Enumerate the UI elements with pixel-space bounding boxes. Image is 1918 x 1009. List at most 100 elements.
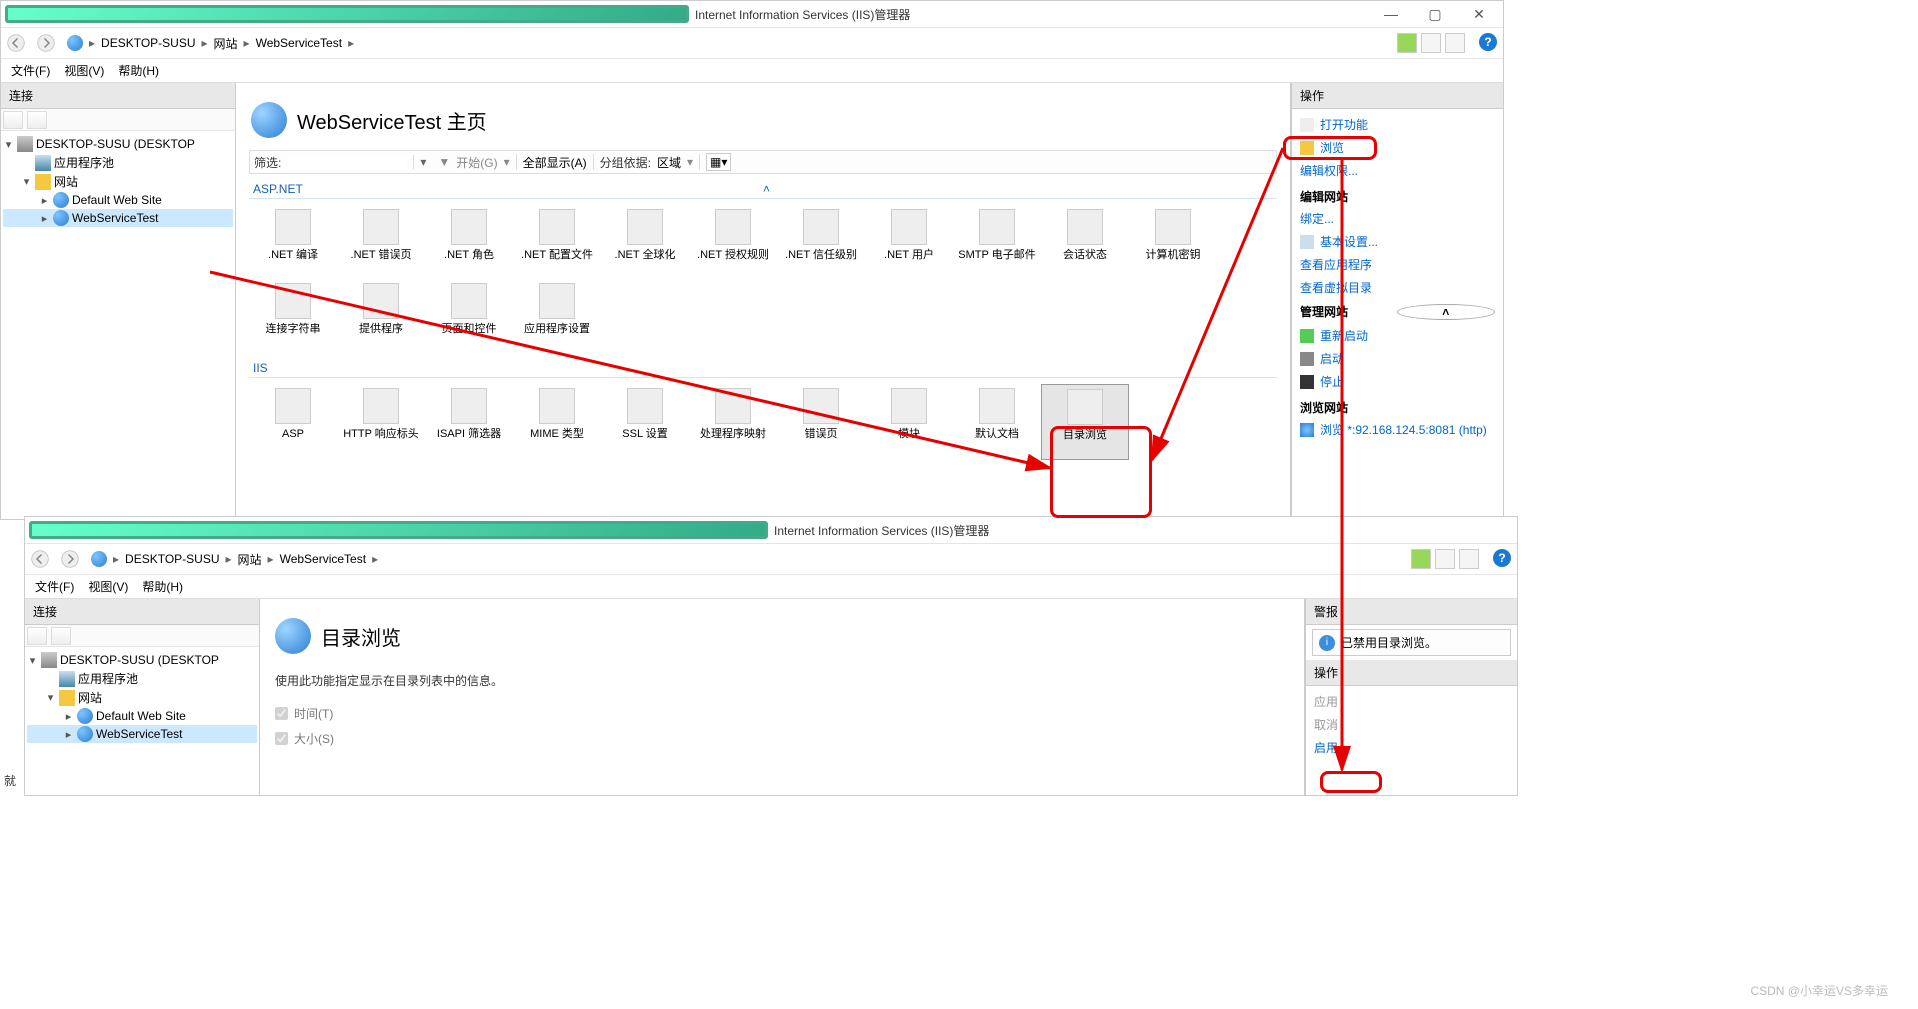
feature-item[interactable]: SSL 设置 bbox=[601, 384, 689, 460]
maximize-button[interactable]: ▢ bbox=[1423, 5, 1447, 23]
action-bindings[interactable]: 绑定... bbox=[1292, 207, 1503, 230]
feature-item[interactable]: .NET 全球化 bbox=[601, 205, 689, 279]
feature-item[interactable]: 提供程序 bbox=[337, 279, 425, 353]
globe-icon bbox=[91, 551, 107, 567]
forward-button[interactable] bbox=[55, 546, 85, 572]
feature-item[interactable]: .NET 授权规则 bbox=[689, 205, 777, 279]
expand-icon[interactable]: ▾ bbox=[3, 138, 14, 151]
feature-item[interactable]: .NET 配置文件 bbox=[513, 205, 601, 279]
truncated-text: 就 bbox=[0, 768, 20, 793]
feature-item[interactable]: ISAPI 筛选器 bbox=[425, 384, 513, 460]
menu-help[interactable]: 帮助(H) bbox=[118, 62, 159, 79]
tree-sites[interactable]: 网站 bbox=[54, 173, 78, 190]
breadcrumb[interactable]: ▸ DESKTOP-SUSU ▸ 网站 ▸ WebServiceTest ▸ bbox=[61, 35, 1397, 52]
feature-icon bbox=[539, 388, 575, 424]
group-iis[interactable]: IIS bbox=[249, 353, 1277, 378]
home-button[interactable] bbox=[1459, 549, 1479, 569]
expand-icon[interactable]: ▸ bbox=[39, 194, 50, 207]
help-icon[interactable]: ? bbox=[1493, 549, 1511, 567]
stop-button[interactable] bbox=[1435, 549, 1455, 569]
actions-panel: 操作 打开功能 浏览 编辑权限... 编辑网站 绑定... 基本设置... 查看… bbox=[1291, 83, 1503, 519]
feature-item[interactable]: MIME 类型 bbox=[513, 384, 601, 460]
action-view-apps[interactable]: 查看应用程序 bbox=[1292, 253, 1503, 276]
minimize-button[interactable]: — bbox=[1379, 5, 1403, 23]
feature-item[interactable]: .NET 角色 bbox=[425, 205, 513, 279]
feature-item[interactable]: SMTP 电子邮件 bbox=[953, 205, 1041, 279]
forward-button[interactable] bbox=[31, 30, 61, 56]
menu-view[interactable]: 视图(V) bbox=[88, 578, 128, 595]
filter-input[interactable] bbox=[287, 155, 407, 169]
globe-icon bbox=[275, 618, 311, 654]
crumb-server[interactable]: DESKTOP-SUSU bbox=[101, 36, 195, 50]
conn-tool-2[interactable] bbox=[51, 627, 71, 645]
feature-item[interactable]: 处理程序映射 bbox=[689, 384, 777, 460]
feature-item[interactable]: 目录浏览 bbox=[1041, 384, 1129, 460]
menu-file[interactable]: 文件(F) bbox=[11, 62, 50, 79]
checkbox-time[interactable]: 时间(T) bbox=[273, 701, 1291, 726]
expand-icon[interactable]: ▾ bbox=[21, 175, 32, 188]
feature-item[interactable]: 应用程序设置 bbox=[513, 279, 601, 353]
feature-item[interactable]: 错误页 bbox=[777, 384, 865, 460]
action-edit-permissions[interactable]: 编辑权限... bbox=[1292, 159, 1503, 182]
action-start[interactable]: 启动 bbox=[1292, 347, 1503, 370]
help-icon[interactable]: ? bbox=[1479, 33, 1497, 51]
connections-tree[interactable]: ▾ DESKTOP-SUSU (DESKTOP 应用程序池 ▾ 网站 ▸ Defaul… bbox=[1, 131, 235, 231]
menu-help[interactable]: 帮助(H) bbox=[142, 578, 183, 595]
feature-item[interactable]: 计算机密钥 bbox=[1129, 205, 1217, 279]
feature-item[interactable]: 连接字符串 bbox=[249, 279, 337, 353]
titlebar[interactable]: Internet Information Services (IIS)管理器 bbox=[25, 517, 1517, 543]
back-button[interactable] bbox=[1, 30, 31, 56]
conn-tool-1[interactable] bbox=[27, 627, 47, 645]
feature-item[interactable]: 会话状态 bbox=[1041, 205, 1129, 279]
action-enable[interactable]: 启用 bbox=[1306, 736, 1517, 759]
expand-icon[interactable]: ▸ bbox=[39, 212, 50, 225]
go-button[interactable]: 开始(G) bbox=[456, 154, 497, 171]
tree-server[interactable]: DESKTOP-SUSU (DESKTOP bbox=[36, 137, 195, 151]
stop-button[interactable] bbox=[1421, 33, 1441, 53]
tree-default-site[interactable]: Default Web Site bbox=[72, 193, 162, 207]
tree-webservicetest[interactable]: WebServiceTest bbox=[72, 211, 158, 225]
feature-item[interactable]: ASP bbox=[249, 384, 337, 460]
action-basic-settings[interactable]: 基本设置... bbox=[1292, 230, 1503, 253]
connections-tree[interactable]: ▾DESKTOP-SUSU (DESKTOP 应用程序池 ▾网站 ▸Defaul… bbox=[25, 647, 259, 747]
crumb-site[interactable]: WebServiceTest bbox=[256, 36, 342, 50]
showall-button[interactable]: 全部显示(A) bbox=[523, 154, 587, 171]
action-stop[interactable]: 停止 bbox=[1292, 370, 1503, 393]
back-button[interactable] bbox=[25, 546, 55, 572]
close-button[interactable]: ✕ bbox=[1467, 5, 1491, 23]
feature-item[interactable]: 页面和控件 bbox=[425, 279, 513, 353]
crumb-sites[interactable]: 网站 bbox=[214, 35, 238, 52]
breadcrumb[interactable]: ▸ DESKTOP-SUSU ▸ 网站 ▸ WebServiceTest ▸ bbox=[85, 551, 1411, 568]
page-description: 使用此功能指定显示在目录列表中的信息。 bbox=[273, 666, 1291, 701]
tree-apppools[interactable]: 应用程序池 bbox=[54, 154, 114, 171]
action-browse-url[interactable]: 浏览 *:92.168.124.5:8081 (http) bbox=[1292, 418, 1503, 441]
checkbox-size[interactable]: 大小(S) bbox=[273, 726, 1291, 751]
refresh-button[interactable] bbox=[1411, 549, 1431, 569]
view-mode-button[interactable]: ▦▾ bbox=[706, 153, 731, 171]
chevron-icon[interactable]: ˄ bbox=[1397, 304, 1496, 320]
menu-view[interactable]: 视图(V) bbox=[64, 62, 104, 79]
action-open-feature[interactable]: 打开功能 bbox=[1292, 113, 1503, 136]
action-browse[interactable]: 浏览 bbox=[1292, 136, 1503, 159]
refresh-button[interactable] bbox=[1397, 33, 1417, 53]
conn-tool-2[interactable] bbox=[27, 111, 47, 129]
feature-item[interactable]: .NET 错误页 bbox=[337, 205, 425, 279]
menubar: 文件(F) 视图(V) 帮助(H) bbox=[1, 59, 1503, 83]
action-view-vdirs[interactable]: 查看虚拟目录 bbox=[1292, 276, 1503, 299]
group-aspnet[interactable]: ASP.NET˄ bbox=[249, 174, 1277, 199]
action-restart[interactable]: 重新启动 bbox=[1292, 324, 1503, 347]
app-icon bbox=[5, 5, 689, 23]
feature-item[interactable]: HTTP 响应标头 bbox=[337, 384, 425, 460]
feature-item[interactable]: .NET 信任级别 bbox=[777, 205, 865, 279]
conn-tool-1[interactable] bbox=[3, 111, 23, 129]
feature-item[interactable]: .NET 编译 bbox=[249, 205, 337, 279]
home-button[interactable] bbox=[1445, 33, 1465, 53]
feature-item[interactable]: 默认文档 bbox=[953, 384, 1041, 460]
menu-file[interactable]: 文件(F) bbox=[35, 578, 74, 595]
groupby-select[interactable]: 区域 bbox=[657, 154, 681, 171]
filter-dropdown[interactable]: ▾ bbox=[413, 155, 432, 169]
titlebar[interactable]: Internet Information Services (IIS)管理器 —… bbox=[1, 1, 1503, 27]
feature-item[interactable]: .NET 用户 bbox=[865, 205, 953, 279]
feature-item[interactable]: 模块 bbox=[865, 384, 953, 460]
collapse-icon[interactable]: ˄ bbox=[763, 182, 1273, 196]
